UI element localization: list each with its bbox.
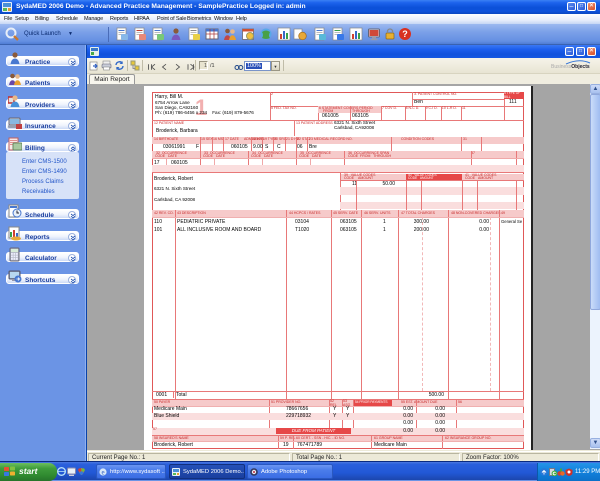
svg-text:e: e bbox=[101, 469, 104, 477]
svg-text:?: ? bbox=[402, 29, 408, 39]
